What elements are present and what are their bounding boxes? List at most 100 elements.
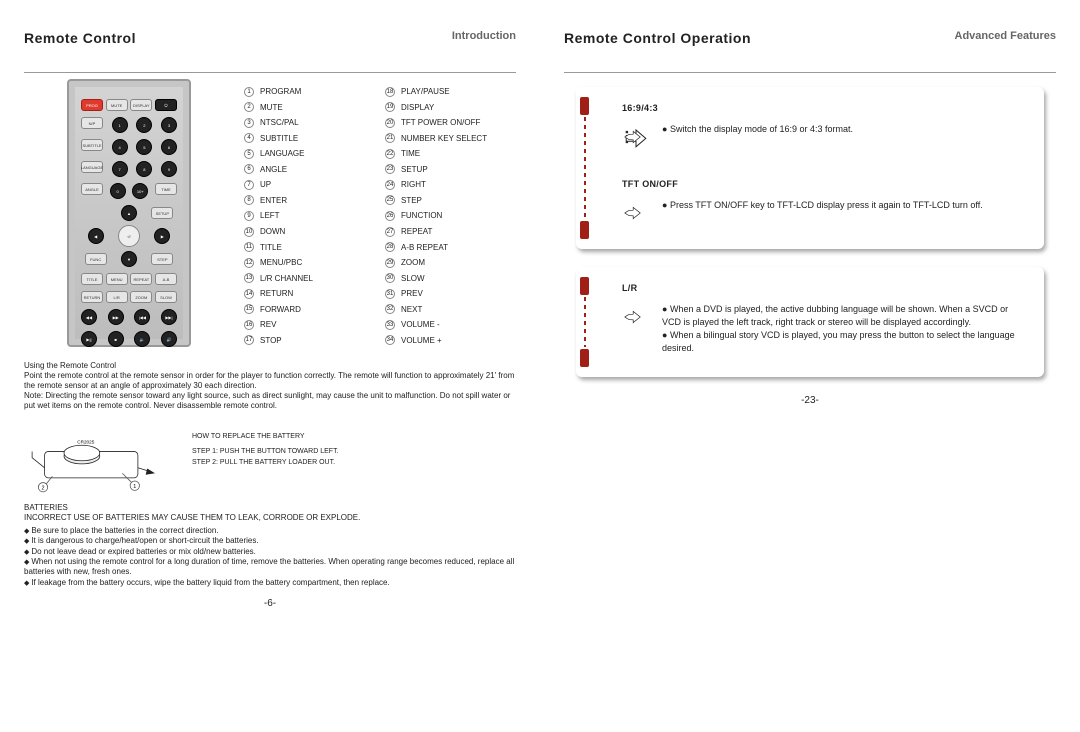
page-right: Remote Control Operation Advanced Featur… bbox=[540, 0, 1080, 732]
header-right: Remote Control Operation Advanced Featur… bbox=[564, 30, 1056, 50]
btn-up: ▲ bbox=[121, 205, 137, 221]
btn-func: FUNC bbox=[85, 253, 107, 265]
btn-step: STEP bbox=[151, 253, 173, 265]
btn-title: TITLE bbox=[81, 273, 103, 285]
legend-num: 11 bbox=[244, 242, 254, 252]
remote-body: PROGMUTEDISPLAY⏻ N/P123 SUBTITLE456 LANG… bbox=[67, 79, 191, 347]
pointing-hand-icon bbox=[622, 303, 650, 331]
legend-num: 29 bbox=[385, 258, 395, 268]
btn-enter: ⏎ bbox=[118, 225, 140, 247]
svg-text:2: 2 bbox=[41, 486, 44, 492]
legend-num: 4 bbox=[244, 133, 254, 143]
upper-block: PROGMUTEDISPLAY⏻ N/P123 SUBTITLE456 LANG… bbox=[24, 79, 516, 347]
btn-right: ▶ bbox=[154, 228, 170, 244]
legend-num: 15 bbox=[244, 304, 254, 314]
legend-item: 4 SUBTITLE bbox=[244, 132, 375, 146]
legend-item: 15FORWARD bbox=[244, 302, 375, 316]
legend-label: TIME bbox=[401, 149, 420, 158]
legend-item: 32NEXT bbox=[385, 302, 516, 316]
legend-item: 16REV bbox=[244, 318, 375, 332]
batteries-item: Be sure to place the batteries in the co… bbox=[24, 526, 516, 536]
legend-num: 22 bbox=[385, 149, 395, 159]
btn-stop: ■ bbox=[108, 331, 124, 347]
legend-label: SLOW bbox=[401, 274, 425, 283]
legend-num: 2 bbox=[244, 102, 254, 112]
legend-label: ZOOM bbox=[401, 258, 425, 267]
legend-label: PREV bbox=[401, 289, 423, 298]
legend-item: 24RIGHT bbox=[385, 178, 516, 192]
legend-item: 29 ZOOM bbox=[385, 256, 516, 270]
btn-zoom: ZOOM bbox=[130, 291, 152, 303]
legend-label: REPEAT bbox=[401, 227, 432, 236]
legend-num: 14 bbox=[244, 289, 254, 299]
legend-label: MENU/PBC bbox=[260, 258, 302, 267]
legend-label: L/R CHANNEL bbox=[260, 274, 313, 283]
page-number-right: -23- bbox=[564, 395, 1056, 406]
legend-item: 27REPEAT bbox=[385, 225, 516, 239]
btn-play: ▶|| bbox=[81, 331, 97, 347]
battery-diagram: CR2025 1 2 HOW TO REPLACE THE BATTERY ST… bbox=[24, 425, 516, 495]
btn-return: RETURN bbox=[81, 291, 103, 303]
btn-prog: PROG bbox=[81, 99, 103, 111]
legend-num: 26 bbox=[385, 211, 395, 221]
btn-mute: MUTE bbox=[106, 99, 128, 111]
legend-label: PROGRAM bbox=[260, 87, 301, 96]
btn-6: 6 bbox=[161, 139, 177, 155]
btn-setup: SETUP bbox=[151, 207, 173, 219]
btn-down: ▼ bbox=[121, 251, 137, 267]
sec-lr-text: When a DVD is played, the active dubbing… bbox=[662, 303, 1020, 355]
btn-language: LANGUAGE bbox=[81, 161, 103, 173]
batteries-item: Do not leave dead or expired batteries o… bbox=[24, 547, 516, 557]
legend-item: 22 TIME bbox=[385, 147, 516, 161]
page-title-right: Remote Control Operation bbox=[564, 30, 751, 46]
legend-label: VOLUME + bbox=[401, 336, 442, 345]
legend-item: 3NTSC/PAL bbox=[244, 116, 375, 130]
usage-heading: Using the Remote Control bbox=[24, 361, 516, 371]
btn-volp: 🔊 bbox=[161, 331, 177, 347]
legend-label: LEFT bbox=[260, 211, 280, 220]
legend-num: 12 bbox=[244, 258, 254, 268]
btn-repeat: REPEAT bbox=[130, 273, 152, 285]
sec-tft-heading: TFT ON/OFF bbox=[622, 179, 1020, 189]
btn-prev: |◀◀ bbox=[134, 309, 150, 325]
legend-num: 6 bbox=[244, 164, 254, 174]
header-rule bbox=[24, 72, 516, 73]
panel-aspect-tft: 16:9/4:3 Switch the display mode of 16:9… bbox=[576, 87, 1044, 249]
btn-8: 8 bbox=[136, 161, 152, 177]
legend-num: 17 bbox=[244, 335, 254, 345]
battery-model: CR2025 bbox=[77, 440, 94, 445]
legend-label: SUBTITLE bbox=[260, 134, 298, 143]
header-rule-right bbox=[564, 72, 1056, 73]
legend-num: 16 bbox=[244, 320, 254, 330]
btn-angle: ANGLE bbox=[81, 183, 103, 195]
battery-step1: STEP 1: PUSH THE BUTTON TOWARD LEFT. bbox=[192, 448, 339, 455]
usage-text-2: Note: Directing the remote sensor toward… bbox=[24, 391, 510, 410]
btn-power: ⏻ bbox=[155, 99, 177, 111]
sec-aspect-text: Switch the display mode of 16:9 or 4:3 f… bbox=[662, 123, 853, 136]
batteries-warning: INCORRECT USE OF BATTERIES MAY CAUSE THE… bbox=[24, 513, 516, 523]
page-number-left: -6- bbox=[24, 598, 516, 609]
legend-item: 13L/R CHANNEL bbox=[244, 271, 375, 285]
legend-label: SETUP bbox=[401, 165, 428, 174]
btn-1: 1 bbox=[112, 117, 128, 133]
section-tag-right: Advanced Features bbox=[955, 30, 1056, 42]
pointing-hand-icon bbox=[622, 199, 650, 227]
legend-label: STEP bbox=[401, 196, 422, 205]
legend-item: 21NUMBER KEY SELECT bbox=[385, 132, 516, 146]
legend-label: ENTER bbox=[260, 196, 287, 205]
btn-volm: 🔉 bbox=[134, 331, 150, 347]
btn-rev: ◀◀ bbox=[81, 309, 97, 325]
legend-label: A-B REPEAT bbox=[401, 243, 448, 252]
legend-num: 18 bbox=[385, 87, 395, 97]
btn-time: TIME bbox=[155, 183, 177, 195]
legend-num: 1 bbox=[244, 87, 254, 97]
legend-label: DOWN bbox=[260, 227, 285, 236]
legend-label: RIGHT bbox=[401, 180, 426, 189]
legend-label: NUMBER KEY SELECT bbox=[401, 134, 487, 143]
battery-instructions: HOW TO REPLACE THE BATTERY STEP 1: PUSH … bbox=[192, 425, 339, 469]
usage-paragraph: Using the Remote Control Point the remot… bbox=[24, 361, 516, 411]
legend-num: 7 bbox=[244, 180, 254, 190]
batteries-list: Be sure to place the batteries in the co… bbox=[24, 526, 516, 588]
btn-4: 4 bbox=[112, 139, 128, 155]
sec-tft-text: Press TFT ON/OFF key to TFT-LCD display … bbox=[662, 199, 983, 212]
